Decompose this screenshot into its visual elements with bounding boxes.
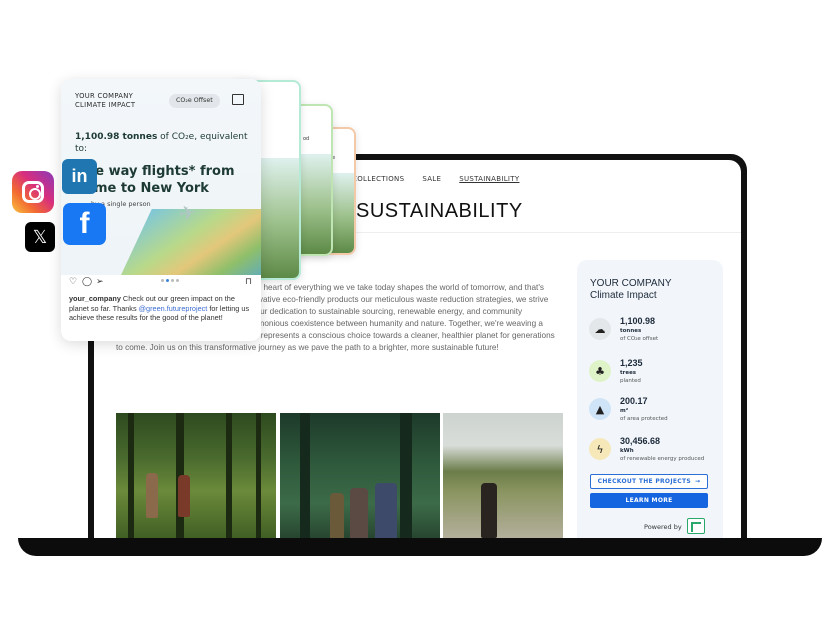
post-actions: ♡ ◯ ➢ ⊓ (69, 277, 255, 289)
instagram-icon[interactable] (12, 171, 54, 213)
heart-icon[interactable]: ♡ (69, 277, 77, 287)
nav-sale[interactable]: SALE (422, 175, 441, 183)
stat-co2: ☁ 1,100.98 tonnes of CO₂e offset (589, 316, 719, 348)
linkedin-icon[interactable]: in (62, 159, 97, 194)
provider-logo-icon[interactable] (687, 518, 705, 534)
post-company: YOUR COMPANY CLIMATE IMPACT (75, 92, 136, 109)
beach-photo (443, 413, 563, 543)
stat-trees: ♣ 1,235 trees planted (589, 358, 719, 390)
stat-energy: ϟ 30,456.68 kWh of renewable energy prod… (589, 436, 719, 468)
laptop-base (18, 538, 822, 556)
airplane-icon: ✈ (177, 199, 198, 227)
landscape-icon: ▲ (589, 398, 611, 420)
tree-icon: ♣ (589, 360, 611, 382)
post-caption: your_company Check out our green impact … (69, 294, 250, 322)
arrow-right-icon: → (695, 478, 701, 485)
widget-title: YOUR COMPANY Climate Impact (590, 278, 672, 301)
nav-collections[interactable]: COLLECTIONS (352, 175, 404, 183)
learn-more-button[interactable]: LEARN MORE (590, 493, 708, 508)
bookmark-icon[interactable]: ⊓ (245, 277, 252, 287)
stage: COLLECTIONS SALE SUSTAINABILITY SUSTAINA… (0, 0, 827, 642)
comment-icon[interactable]: ◯ (82, 277, 92, 287)
post-stat: 1,100.98 tonnes of CO₂e, equivalent to: (75, 132, 248, 154)
x-twitter-icon[interactable]: 𝕏 (25, 222, 55, 252)
facebook-icon[interactable]: f (63, 203, 106, 245)
hikers-trail-photo (280, 413, 440, 543)
share-icon[interactable]: ➢ (96, 277, 104, 287)
lightning-icon: ϟ (589, 438, 611, 460)
cloud-icon: ☁ (589, 318, 611, 340)
checkout-projects-button[interactable]: CHECKOUT THE PROJECTS → (590, 474, 708, 489)
site-nav: COLLECTIONS SALE SUSTAINABILITY (352, 175, 519, 183)
bookmark-logo-icon (232, 94, 244, 105)
page-title: SUSTAINABILITY (356, 200, 523, 222)
co2-offset-pill: CO₂e Offset (169, 94, 220, 108)
climate-impact-widget: YOUR COMPANY Climate Impact ☁ 1,100.98 t… (577, 260, 723, 544)
powered-by-label: Powered by (644, 523, 682, 531)
stat-area: ▲ 200.17 m² of area protected (589, 396, 719, 428)
nav-sustainability[interactable]: SUSTAINABILITY (459, 175, 519, 183)
post-headline: One way flights* from Rome to New York (75, 164, 235, 196)
hikers-forest-photo (116, 413, 276, 543)
